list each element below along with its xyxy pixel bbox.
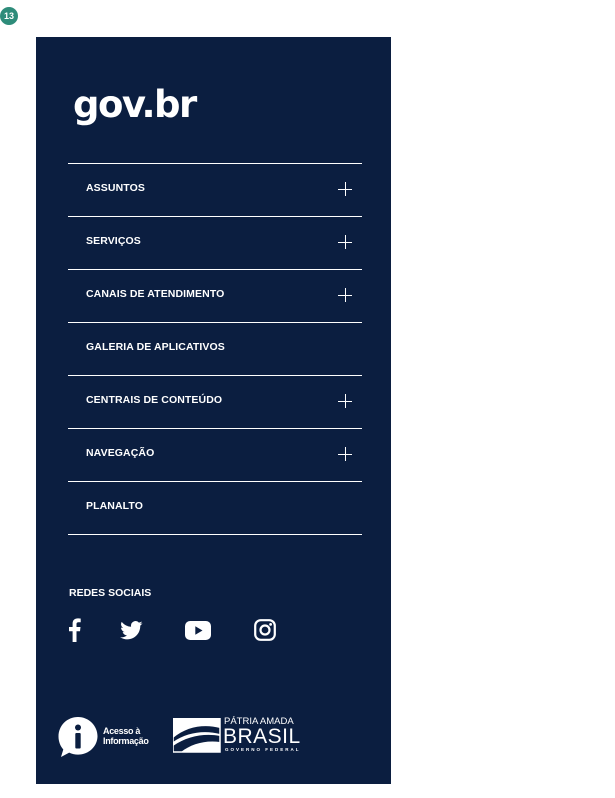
menu-item-label: SERVIÇOS [86, 235, 141, 247]
plus-icon[interactable] [338, 447, 352, 461]
footer-menu: ASSUNTOS SERVIÇOS CANAIS DE ATENDIMENTO … [68, 163, 362, 535]
menu-item-label: ASSUNTOS [86, 182, 145, 194]
facebook-icon[interactable] [64, 617, 84, 643]
menu-item-planalto[interactable]: PLANALTO [68, 482, 362, 535]
plus-icon[interactable] [338, 182, 352, 196]
menu-item-centrais-de-conteudo[interactable]: CENTRAIS DE CONTEÚDO [68, 376, 362, 429]
info-icon [58, 717, 98, 757]
flag-emblem-icon [173, 718, 221, 753]
instagram-icon[interactable] [253, 617, 277, 643]
access-info-line2: Informação [103, 736, 149, 746]
plus-icon[interactable] [338, 235, 352, 249]
twitter-icon[interactable] [119, 617, 143, 643]
access-info-line1: Acesso à [103, 726, 141, 736]
menu-item-label: CANAIS DE ATENDIMENTO [86, 288, 225, 300]
step-badge: 13 [0, 7, 18, 25]
menu-item-assuntos[interactable]: ASSUNTOS [68, 164, 362, 217]
menu-item-label: CENTRAIS DE CONTEÚDO [86, 394, 223, 406]
social-heading: REDES SOCIAIS [69, 587, 152, 599]
govbr-logo[interactable]: gov.br [73, 85, 197, 125]
access-information-logo[interactable]: Acesso à Informação [57, 716, 157, 758]
plus-icon[interactable] [338, 394, 352, 408]
menu-item-label: NAVEGAÇÃO [86, 447, 155, 459]
youtube-icon[interactable] [184, 617, 212, 643]
menu-item-label: PLANALTO [86, 500, 143, 512]
brand-line3: GOVERNO FEDERAL [225, 747, 301, 752]
menu-item-label: GALERIA DE APLICATIVOS [86, 341, 225, 353]
plus-icon[interactable] [338, 288, 352, 302]
menu-item-servicos[interactable]: SERVIÇOS [68, 217, 362, 270]
site-footer: gov.br ASSUNTOS SERVIÇOS CANAIS DE ATEND… [36, 37, 391, 784]
menu-item-canais-de-atendimento[interactable]: CANAIS DE ATENDIMENTO [68, 270, 362, 323]
menu-item-galeria-de-aplicativos[interactable]: GALERIA DE APLICATIVOS [68, 323, 362, 376]
government-brand-logo[interactable]: PÁTRIA AMADA BRASIL GOVERNO FEDERAL [173, 716, 303, 756]
brand-line2: BRASIL [223, 725, 301, 748]
menu-item-navegacao[interactable]: NAVEGAÇÃO [68, 429, 362, 482]
